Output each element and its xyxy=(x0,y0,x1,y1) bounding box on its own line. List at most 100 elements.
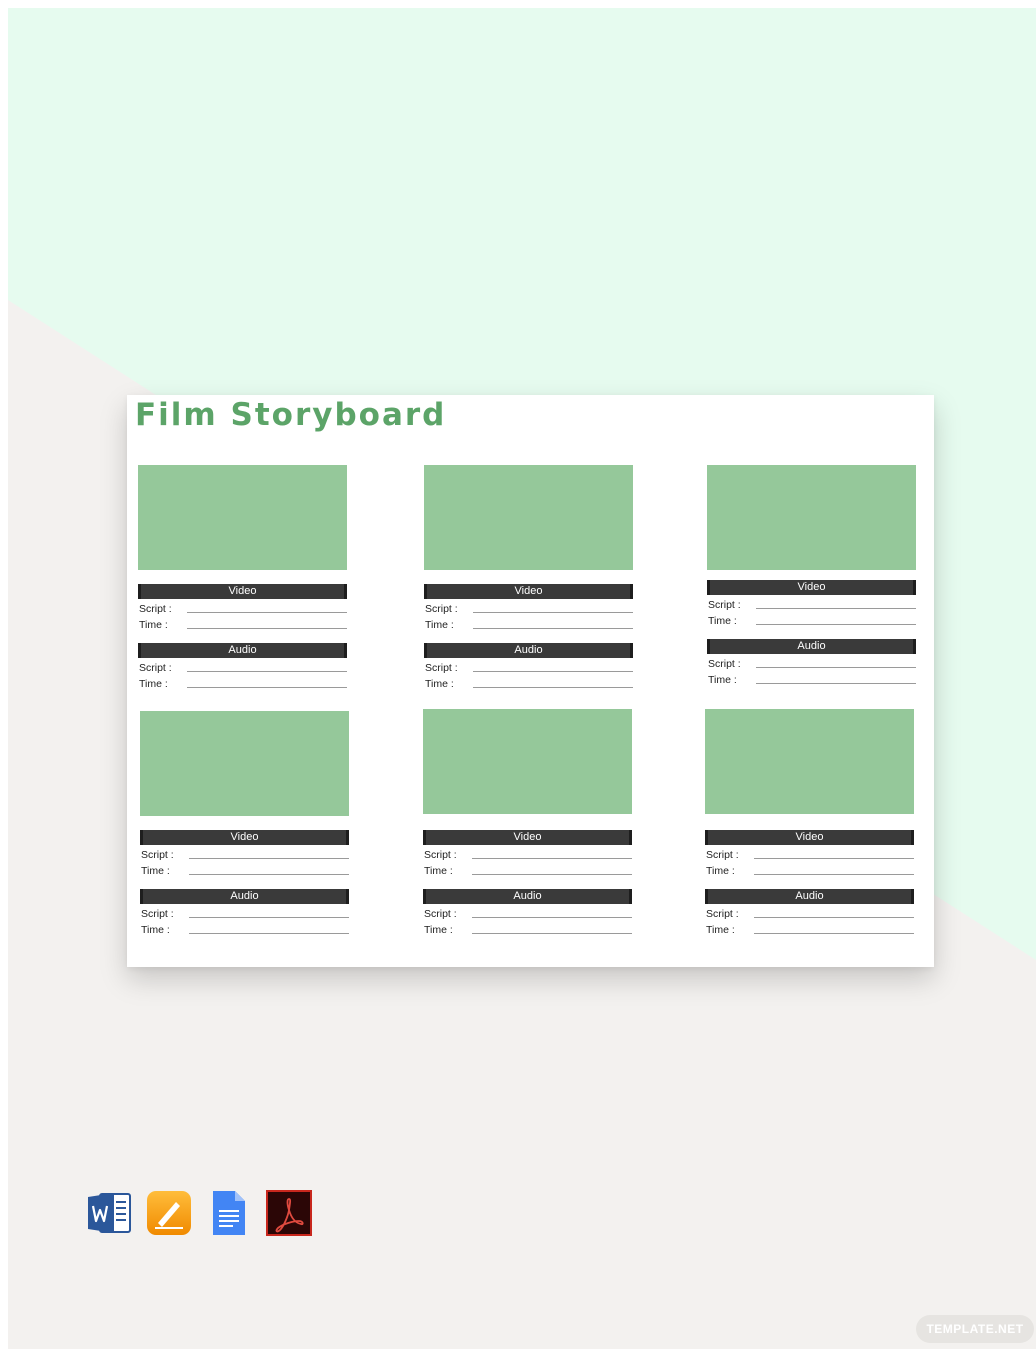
time-label: Time : xyxy=(425,619,454,631)
frame-image-placeholder xyxy=(424,465,633,570)
video-header: Video xyxy=(424,584,633,599)
time-label: Time : xyxy=(706,865,735,877)
script-field[interactable]: Script : xyxy=(705,845,914,861)
script-field[interactable]: Script : xyxy=(707,654,916,670)
time-label: Time : xyxy=(708,674,737,686)
time-line xyxy=(754,864,914,875)
video-header: Video xyxy=(707,580,916,595)
video-header: Video xyxy=(138,584,347,599)
pages-icon[interactable] xyxy=(146,1190,192,1236)
script-line xyxy=(472,907,632,918)
script-label: Script : xyxy=(425,603,458,615)
time-line xyxy=(189,864,349,875)
time-field[interactable]: Time : xyxy=(705,861,914,877)
time-line xyxy=(754,923,914,934)
storyboard-page: Film Storyboard Video Script : Time : Au… xyxy=(127,395,934,967)
frame-image-placeholder xyxy=(705,709,914,814)
script-line xyxy=(756,598,916,609)
script-field[interactable]: Script : xyxy=(138,599,347,615)
google-docs-icon[interactable] xyxy=(206,1190,252,1236)
script-label: Script : xyxy=(139,662,172,674)
time-label: Time : xyxy=(141,924,170,936)
time-field[interactable]: Time : xyxy=(140,920,349,936)
time-line xyxy=(473,618,633,629)
time-field[interactable]: Time : xyxy=(138,674,347,690)
time-label: Time : xyxy=(139,619,168,631)
time-line xyxy=(187,618,347,629)
word-icon[interactable] xyxy=(86,1190,132,1236)
audio-header: Audio xyxy=(138,643,347,658)
script-line xyxy=(473,602,633,613)
script-field[interactable]: Script : xyxy=(705,904,914,920)
frame-image-placeholder xyxy=(423,709,632,814)
script-line xyxy=(756,657,916,668)
script-line xyxy=(187,661,347,672)
audio-header: Audio xyxy=(140,889,349,904)
time-line xyxy=(756,673,916,684)
time-label: Time : xyxy=(424,865,453,877)
time-field[interactable]: Time : xyxy=(423,861,632,877)
time-line xyxy=(473,677,633,688)
time-field[interactable]: Time : xyxy=(423,920,632,936)
storyboard-frame: Video Script : Time : Audio Script : Tim… xyxy=(424,465,633,690)
script-line xyxy=(754,848,914,859)
script-field[interactable]: Script : xyxy=(424,599,633,615)
script-field[interactable]: Script : xyxy=(423,845,632,861)
time-line xyxy=(472,864,632,875)
frame-image-placeholder xyxy=(140,711,349,816)
script-line xyxy=(189,848,349,859)
time-label: Time : xyxy=(139,678,168,690)
script-line xyxy=(189,907,349,918)
audio-header: Audio xyxy=(423,889,632,904)
script-label: Script : xyxy=(139,603,172,615)
script-field[interactable]: Script : xyxy=(140,904,349,920)
audio-header: Audio xyxy=(424,643,633,658)
time-label: Time : xyxy=(706,924,735,936)
audio-header: Audio xyxy=(707,639,916,654)
storyboard-frame: Video Script : Time : Audio Script : Tim… xyxy=(138,465,347,690)
script-label: Script : xyxy=(706,849,739,861)
time-field[interactable]: Time : xyxy=(424,674,633,690)
script-label: Script : xyxy=(708,599,741,611)
time-line xyxy=(187,677,347,688)
script-field[interactable]: Script : xyxy=(707,595,916,611)
script-line xyxy=(187,602,347,613)
script-label: Script : xyxy=(708,658,741,670)
time-field[interactable]: Time : xyxy=(707,611,916,627)
time-field[interactable]: Time : xyxy=(140,861,349,877)
time-line xyxy=(472,923,632,934)
script-line xyxy=(472,848,632,859)
script-label: Script : xyxy=(424,849,457,861)
storyboard-frame: Video Script : Time : Audio Script : Tim… xyxy=(707,465,916,686)
time-label: Time : xyxy=(424,924,453,936)
time-field[interactable]: Time : xyxy=(705,920,914,936)
pdf-icon[interactable] xyxy=(266,1190,312,1236)
time-label: Time : xyxy=(708,615,737,627)
script-line xyxy=(473,661,633,672)
script-field[interactable]: Script : xyxy=(423,904,632,920)
audio-header: Audio xyxy=(705,889,914,904)
video-header: Video xyxy=(140,830,349,845)
time-line xyxy=(189,923,349,934)
frame-image-placeholder xyxy=(707,465,916,570)
time-field[interactable]: Time : xyxy=(424,615,633,631)
time-field[interactable]: Time : xyxy=(138,615,347,631)
script-field[interactable]: Script : xyxy=(424,658,633,674)
script-field[interactable]: Script : xyxy=(138,658,347,674)
time-line xyxy=(756,614,916,625)
script-line xyxy=(754,907,914,918)
video-header: Video xyxy=(423,830,632,845)
format-icons xyxy=(86,1190,312,1236)
script-field[interactable]: Script : xyxy=(140,845,349,861)
storyboard-frame: Video Script : Time : Audio Script : Tim… xyxy=(423,709,632,936)
script-label: Script : xyxy=(424,908,457,920)
script-label: Script : xyxy=(706,908,739,920)
page-title: Film Storyboard xyxy=(135,397,447,433)
video-header: Video xyxy=(705,830,914,845)
watermark-badge: TEMPLATE.NET xyxy=(916,1315,1034,1343)
script-label: Script : xyxy=(141,908,174,920)
time-field[interactable]: Time : xyxy=(707,670,916,686)
script-label: Script : xyxy=(425,662,458,674)
script-label: Script : xyxy=(141,849,174,861)
storyboard-frame: Video Script : Time : Audio Script : Tim… xyxy=(705,709,914,936)
